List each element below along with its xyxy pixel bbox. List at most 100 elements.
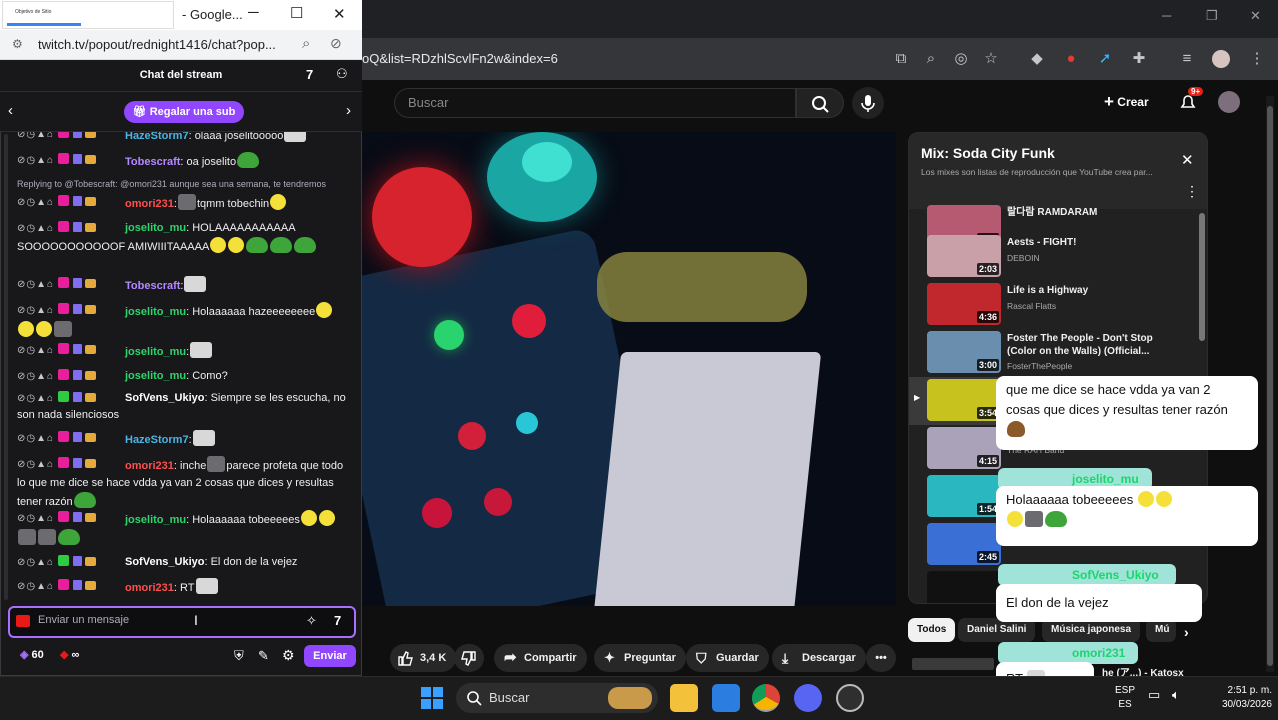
playlist-item-title[interactable]: Life is a Highway [1007, 284, 1177, 297]
timeout-icon[interactable]: ◷ [26, 513, 36, 524]
chat-username[interactable]: Tobescraft [125, 156, 180, 168]
warn-icon[interactable]: ▲ [36, 393, 47, 404]
playlist-item-title[interactable]: Foster The People - Don't Stop (Color on… [1007, 332, 1177, 358]
ban-icon[interactable]: ⊘ [17, 345, 26, 356]
ban-icon[interactable]: ⊘ [17, 132, 26, 140]
wand-icon[interactable]: ✎ [258, 648, 269, 664]
delete-icon[interactable]: ⌂ [47, 132, 54, 140]
more-vert-icon[interactable]: ⋮ [1246, 48, 1268, 70]
timeout-icon[interactable]: ◷ [26, 223, 36, 234]
playlist-item-title[interactable]: Aests - FIGHT! [1007, 236, 1177, 249]
delete-icon[interactable]: ⌂ [47, 557, 54, 568]
delete-icon[interactable]: ⌂ [47, 197, 54, 208]
chat-username[interactable]: joselito_mu [125, 222, 186, 234]
eye-off-icon[interactable]: ⊘ [330, 35, 342, 52]
yt-voice-search-button[interactable] [852, 87, 884, 119]
file-explorer-icon[interactable] [670, 684, 698, 712]
ban-icon[interactable]: ⊘ [17, 459, 26, 470]
timeout-icon[interactable]: ◷ [26, 305, 36, 316]
chat-username[interactable]: SofVens_Ukiyo [125, 556, 204, 568]
delete-icon[interactable]: ⌂ [47, 513, 54, 524]
7tv-icon[interactable]: 7 [306, 67, 313, 82]
media-queue-icon[interactable]: ≡ [1176, 48, 1198, 70]
shield-icon[interactable]: ⛨ [234, 648, 244, 664]
maximize-icon[interactable]: ☐ [290, 4, 303, 22]
chat-username[interactable]: omori231 [125, 198, 174, 210]
chat-username[interactable]: joselito_mu [125, 346, 186, 358]
timeout-icon[interactable]: ◷ [26, 433, 36, 444]
extra-points[interactable]: ◆ ∞ [60, 648, 79, 661]
more-actions-button[interactable]: ••• [866, 644, 896, 672]
background-url-text[interactable]: oQ&list=RDzhlScvlFn2w&index=6 [362, 46, 882, 72]
user-list-icon[interactable]: ⚇ [336, 66, 348, 82]
chat-message[interactable]: ⊘◷▲⌂ joselito_mu: Como? [17, 368, 347, 385]
clock[interactable]: 2:51 p. m. 30/03/2026 [1208, 684, 1272, 712]
minimize-icon[interactable]: ─ [248, 4, 259, 21]
more-vert-icon[interactable]: ⋮ [1185, 183, 1199, 200]
chat-message[interactable]: ⊘◷▲⌂ Tobescraft: [17, 276, 347, 295]
ban-icon[interactable]: ⊘ [17, 581, 26, 592]
7tv-extension-icon[interactable]: ➚ [1094, 48, 1116, 70]
gift-sub-button[interactable]: 🎁︎ Regalar una sub [124, 101, 244, 123]
delete-icon[interactable]: ⌂ [47, 345, 54, 356]
ban-icon[interactable]: ⊘ [17, 305, 26, 316]
ban-icon[interactable]: ⊘ [17, 197, 26, 208]
next-video-thumb[interactable] [912, 658, 994, 670]
warn-icon[interactable]: ▲ [36, 557, 47, 568]
chat-message[interactable]: ⊘◷▲⌂ Tobescraft: oa joselito [17, 152, 347, 171]
ban-icon[interactable]: ⊘ [17, 371, 26, 382]
network-icon[interactable]: ▭ [1148, 688, 1160, 702]
chat-scrollbar[interactable] [4, 134, 8, 600]
timeout-icon[interactable]: ◷ [26, 371, 36, 382]
warn-icon[interactable]: ▲ [36, 223, 47, 234]
page-scrollbar[interactable] [1266, 96, 1274, 672]
profile-avatar[interactable] [1212, 50, 1230, 68]
eye-off-icon[interactable]: ◎ [950, 48, 972, 70]
delete-icon[interactable]: ⌂ [47, 155, 54, 166]
bookmark-star-icon[interactable]: ☆ [980, 48, 1002, 70]
send-button[interactable]: Enviar [304, 645, 356, 667]
playlist-scrollbar[interactable] [1199, 213, 1205, 341]
chat-username[interactable]: Tobescraft [125, 280, 180, 292]
chat-message[interactable]: ⊘◷▲⌂ omori231: inche parece profeta que t… [17, 456, 347, 511]
chat-username[interactable]: joselito_mu [125, 370, 186, 382]
timeout-icon[interactable]: ◷ [26, 581, 36, 592]
chat-username[interactable]: joselito_mu [125, 514, 186, 526]
delete-icon[interactable]: ⌂ [47, 305, 54, 316]
ban-icon[interactable]: ⊘ [17, 279, 26, 290]
app-icon[interactable] [836, 684, 864, 712]
yt-account-avatar[interactable] [1218, 91, 1240, 113]
playlist-thumbnail[interactable] [927, 571, 1001, 603]
playlist-thumbnail[interactable]: 3:00 [927, 331, 1001, 373]
timeout-icon[interactable]: ◷ [26, 155, 36, 166]
ban-icon[interactable]: ⊘ [17, 513, 26, 524]
warn-icon[interactable]: ▲ [36, 197, 47, 208]
playlist-thumbnail[interactable]: 2:03 [927, 235, 1001, 277]
delete-icon[interactable]: ⌂ [47, 433, 54, 444]
warn-icon[interactable]: ▲ [36, 581, 47, 592]
zoom-icon[interactable]: ⌕ [920, 48, 942, 70]
save-button[interactable]: ⛉ Guardar [686, 644, 769, 672]
chat-message[interactable]: ⊘◷▲⌂ HazeStorm7: olaaa joselitooooo [17, 132, 347, 145]
chat-username[interactable]: omori231 [125, 582, 174, 594]
volume-icon[interactable]: 🔈︎ [1172, 688, 1180, 702]
ban-icon[interactable]: ⊘ [17, 557, 26, 568]
warn-icon[interactable]: ▲ [36, 459, 47, 470]
emote-picker-icon[interactable]: ✧ [306, 613, 317, 629]
filter-chip[interactable]: Todos [908, 618, 956, 642]
ask-button[interactable]: ✦ Preguntar [594, 644, 686, 672]
chat-username[interactable]: HazeStorm7 [125, 132, 189, 142]
warn-icon[interactable]: ▲ [36, 345, 47, 356]
ban-icon[interactable]: ⊘ [17, 155, 26, 166]
discord-icon[interactable] [794, 684, 822, 712]
ban-icon[interactable]: ⊘ [17, 393, 26, 404]
download-button[interactable]: ⤓ Descargar [772, 644, 866, 672]
timeout-icon[interactable]: ◷ [26, 197, 36, 208]
zoom-icon[interactable]: ⌕ [302, 35, 310, 52]
playlist-thumbnail[interactable]: 3:54 [927, 379, 1001, 421]
share-button[interactable]: ➦ Compartir [494, 644, 587, 672]
video-player[interactable] [362, 132, 896, 606]
ban-icon[interactable]: ⊘ [17, 433, 26, 444]
restore-icon[interactable]: ❐ [1206, 8, 1218, 24]
chat-message[interactable]: ⊘◷▲⌂ SofVens_Ukiyo: El don de la vejez [17, 554, 347, 571]
